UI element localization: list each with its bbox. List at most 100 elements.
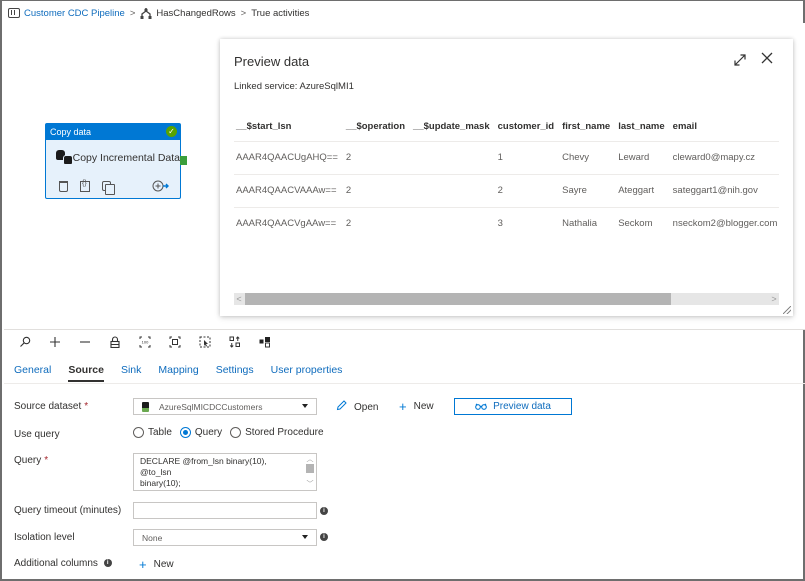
delete-icon[interactable] xyxy=(59,180,68,192)
query-textarea[interactable]: DECLARE @from_lsn binary(10), @to_lsn bi… xyxy=(133,453,317,491)
add-output-icon[interactable] xyxy=(152,180,170,192)
tab-mapping[interactable]: Mapping xyxy=(158,362,198,382)
radio-circle[interactable] xyxy=(179,427,191,438)
radio-circle[interactable] xyxy=(230,427,242,438)
zoom-100-icon[interactable]: 100 xyxy=(130,332,160,352)
app-window: Customer CDC Pipeline > HasChangedRows >… xyxy=(0,0,805,581)
column-header: __$start_lsn xyxy=(234,113,344,142)
output-port[interactable] xyxy=(180,156,187,165)
query-timeout-label: Query timeout (minutes) xyxy=(14,505,122,516)
horizontal-scrollbar[interactable]: < > xyxy=(234,293,779,305)
tab-user-properties[interactable]: User properties xyxy=(271,362,343,382)
new-column-label: New xyxy=(153,559,174,570)
activity-actions xyxy=(58,180,170,195)
radio-stored-procedure[interactable]: Stored Procedure xyxy=(230,427,324,438)
database-icon xyxy=(56,150,73,165)
zoom-in-icon[interactable] xyxy=(40,332,70,352)
tab-sink[interactable]: Sink xyxy=(121,362,141,382)
breadcrumb-separator: > xyxy=(129,7,136,19)
preview-table-container: __$start_lsn __$operation __$update_mask… xyxy=(234,113,779,237)
copy-activity-node[interactable]: Copy data ✓ Copy Incremental Data xyxy=(45,123,187,199)
column-header: customer_id xyxy=(495,113,561,142)
tab-source[interactable]: Source xyxy=(68,362,104,382)
cell: Ateggart xyxy=(616,174,671,208)
auto-align-icon[interactable] xyxy=(220,332,250,352)
scroll-up-icon[interactable]: ︿ xyxy=(305,455,315,464)
fit-to-window-icon[interactable] xyxy=(160,332,190,352)
column-header: first_name xyxy=(560,113,617,142)
new-dataset-button[interactable]: + New xyxy=(399,399,434,414)
additional-columns-label: Additional columns i xyxy=(14,558,112,569)
open-dataset-button[interactable]: Open xyxy=(336,400,378,414)
open-label: Open xyxy=(354,401,379,413)
select-icon[interactable] xyxy=(190,332,220,352)
info-icon[interactable]: i xyxy=(103,559,112,568)
info-icon[interactable]: i xyxy=(320,507,328,515)
cell xyxy=(411,207,496,237)
table-header-row: __$start_lsn __$operation __$update_mask… xyxy=(234,113,779,142)
source-dataset-label-text: Source dataset xyxy=(14,401,82,412)
lock-icon[interactable] xyxy=(100,332,130,352)
tab-general[interactable]: General xyxy=(14,362,51,382)
canvas-toolbar: 100 xyxy=(10,332,280,352)
cell: Chevy xyxy=(560,141,617,175)
cell: 2 xyxy=(495,174,561,208)
radio-query-label: Query xyxy=(194,427,223,438)
cell: 2 xyxy=(343,141,412,175)
zoom-out-icon[interactable] xyxy=(70,332,100,352)
use-query-label: Use query xyxy=(14,429,60,440)
source-dataset-select[interactable]: AzureSqlMICDCCustomers xyxy=(133,398,317,415)
cell xyxy=(411,141,496,175)
clone-icon[interactable] xyxy=(102,181,115,195)
add-column-button[interactable]: + New xyxy=(139,557,174,572)
resize-handle-icon[interactable] xyxy=(783,306,791,314)
breadcrumb-pipeline[interactable]: Customer CDC Pipeline xyxy=(24,8,125,19)
svg-text:100: 100 xyxy=(142,340,149,345)
scrollbar-thumb[interactable] xyxy=(245,293,671,305)
preview-data-panel: Preview data Linked service: AzureSqlMI1… xyxy=(220,39,793,316)
query-line: SET @from_lsn xyxy=(140,489,298,490)
cell: Leward xyxy=(616,141,671,175)
scrollbar-thumb[interactable] xyxy=(306,464,314,473)
if-condition-icon xyxy=(140,7,152,20)
close-icon[interactable] xyxy=(759,51,775,67)
radio-query[interactable]: Query xyxy=(179,427,223,438)
show-lineage-icon[interactable] xyxy=(250,332,280,352)
required-marker: * xyxy=(84,401,89,412)
query-line: DECLARE @from_lsn binary(10), @to_lsn xyxy=(140,456,267,477)
preview-table: __$start_lsn __$operation __$update_mask… xyxy=(234,113,779,237)
query-label: Query * xyxy=(14,455,48,466)
cell: AAAR4QAACUgAHQ== xyxy=(234,141,344,175)
pencil-icon xyxy=(336,400,347,414)
cell: Seckom xyxy=(616,207,671,237)
breadcrumb-if-condition[interactable]: HasChangedRows xyxy=(156,8,235,19)
cell: nseckom2@blogger.com xyxy=(670,207,779,237)
column-header: last_name xyxy=(616,113,671,142)
cell: cleward0@mapy.cz xyxy=(670,141,779,175)
isolation-level-label: Isolation level xyxy=(14,532,75,543)
table-row: AAAR4QAACUgAHQ== 2 1 Chevy Leward clewar… xyxy=(234,141,779,175)
search-icon[interactable] xyxy=(10,332,40,352)
tab-settings[interactable]: Settings xyxy=(216,362,254,382)
scroll-left-icon[interactable]: < xyxy=(234,293,244,305)
parameters-icon[interactable] xyxy=(80,180,90,192)
breadcrumb-current: True activities xyxy=(251,7,310,19)
radio-table[interactable]: Table xyxy=(133,427,172,438)
breadcrumb: Customer CDC Pipeline > HasChangedRows >… xyxy=(8,5,309,21)
preview-data-button[interactable]: Preview data xyxy=(454,398,572,415)
panel-divider[interactable] xyxy=(4,329,805,330)
textarea-scrollbar[interactable]: ︿ ﹀ xyxy=(305,455,315,489)
query-line: binary(10); xyxy=(140,478,181,488)
radio-table-label: Table xyxy=(148,427,172,438)
radio-circle[interactable] xyxy=(133,427,144,438)
scroll-right-icon[interactable]: > xyxy=(769,293,779,305)
additional-columns-label-text: Additional columns xyxy=(14,558,98,569)
column-header: email xyxy=(670,113,779,142)
query-timeout-input[interactable] xyxy=(133,502,317,519)
scroll-down-icon[interactable]: ﹀ xyxy=(305,480,315,489)
isolation-level-select[interactable]: None xyxy=(133,529,317,546)
preview-data-label: Preview data xyxy=(493,401,551,412)
info-icon[interactable]: i xyxy=(320,533,328,541)
new-label: New xyxy=(413,401,434,412)
expand-icon[interactable] xyxy=(733,53,747,67)
